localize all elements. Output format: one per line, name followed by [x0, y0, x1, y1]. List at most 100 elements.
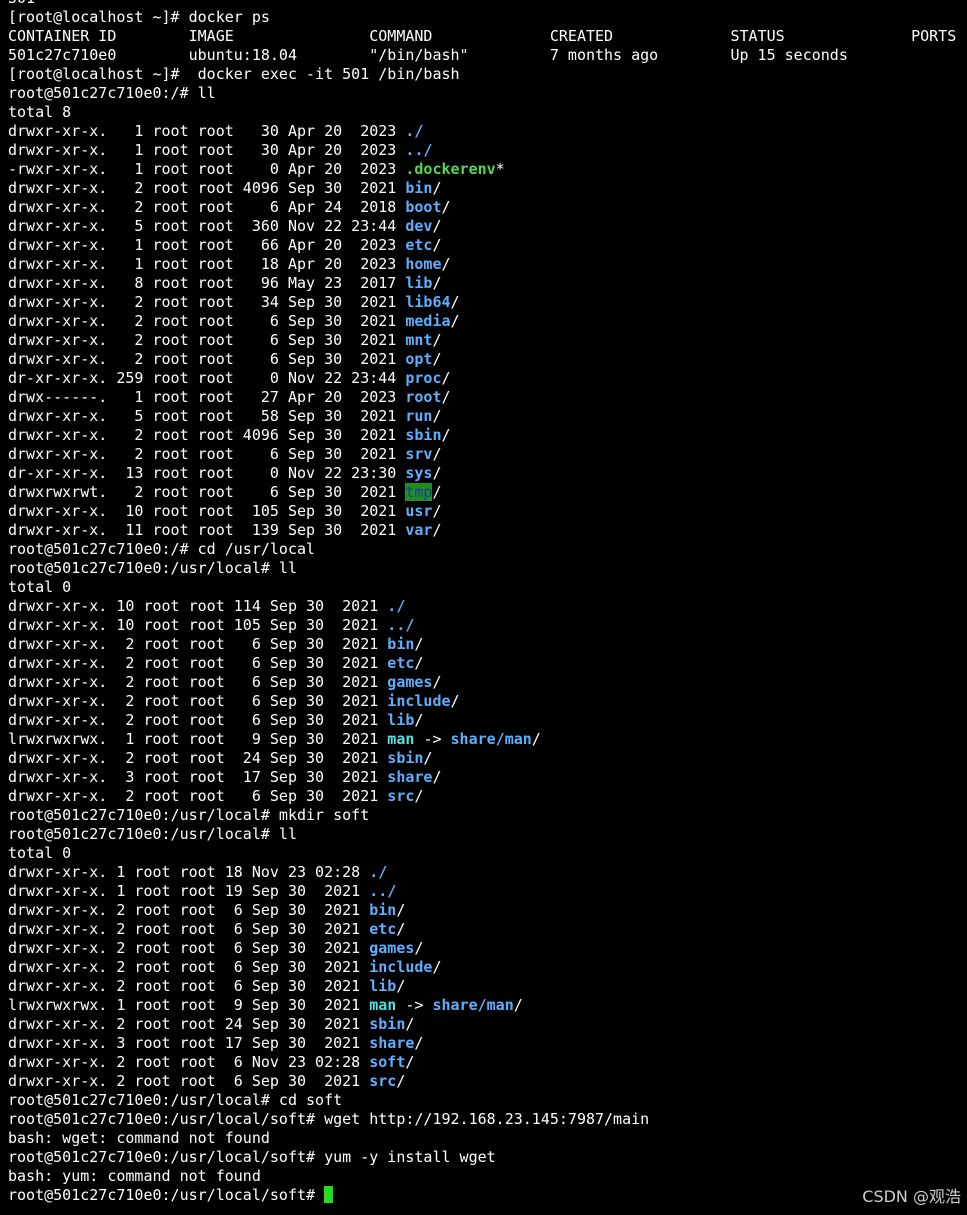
terminal-line: bash: wget: command not found	[8, 1129, 967, 1148]
terminal-line: drwxr-xr-x. 1 root root 18 Nov 23 02:28 …	[8, 863, 967, 882]
terminal-text: drwxr-xr-x. 2 root root 4096 Sep 30 2021	[8, 179, 406, 197]
csdn-watermark: CSDN @观浩	[862, 1187, 961, 1206]
terminal-text: /	[441, 255, 451, 273]
terminal-text: /	[432, 217, 442, 235]
terminal-line: drwxr-xr-x. 2 root root 6 Sep 30 2021 et…	[8, 654, 967, 673]
directory-name: games	[387, 673, 433, 691]
terminal-line: drwxrwxrwt. 2 root root 6 Sep 30 2021 tm…	[8, 483, 967, 502]
terminal-line: drwxr-xr-x. 2 root root 6 Sep 30 2021 op…	[8, 350, 967, 369]
terminal-text: drwx------. 1 root root 27 Apr 20 2023	[8, 388, 406, 406]
terminal-text: drwxr-xr-x. 2 root root 6 Sep 30 2021	[8, 331, 406, 349]
directory-name: mnt	[405, 331, 433, 349]
terminal-text: drwxr-xr-x. 2 root root 6 Sep 30 2021	[8, 312, 406, 330]
terminal-line: total 8	[8, 103, 967, 122]
terminal-text: drwxr-xr-x. 11 root root 139 Sep 30 2021	[8, 521, 406, 539]
terminal-text: drwxr-xr-x. 2 root root 6 Sep 30 2021	[8, 711, 388, 729]
sticky-directory-name: tmp	[405, 483, 433, 501]
directory-name: proc	[405, 369, 442, 387]
terminal-text: /	[423, 749, 433, 767]
terminal-line: drwxr-xr-x. 1 root root 66 Apr 20 2023 e…	[8, 236, 967, 255]
terminal-text: /	[441, 388, 451, 406]
terminal-text: root@501c27c710e0:/usr/local# mkdir soft	[8, 806, 370, 824]
terminal-line: bash: yum: command not found	[8, 1167, 967, 1186]
terminal-line: drwxr-xr-x. 2 root root 6 Sep 30 2021 et…	[8, 920, 967, 939]
terminal-text: /	[432, 483, 442, 501]
terminal-text: /	[396, 901, 406, 919]
terminal-text: /	[531, 730, 541, 748]
terminal-line: drwxr-xr-x. 2 root root 4096 Sep 30 2021…	[8, 179, 967, 198]
terminal-text: total 8	[8, 103, 72, 121]
directory-name: dev	[405, 217, 433, 235]
terminal-text: /	[432, 445, 442, 463]
directory-name: games	[369, 939, 415, 957]
terminal-text: drwxr-xr-x. 8 root root 96 May 23 2017	[8, 274, 406, 292]
terminal-text: /	[432, 331, 442, 349]
terminal-text: /	[414, 939, 424, 957]
terminal-line: root@501c27c710e0:/usr/local/soft# yum -…	[8, 1148, 967, 1167]
terminal-text: /	[432, 407, 442, 425]
terminal-line: root@501c27c710e0:/usr/local# mkdir soft	[8, 806, 967, 825]
terminal-text: drwxr-xr-x. 2 root root 34 Sep 30 2021	[8, 293, 406, 311]
terminal-text: drwxr-xr-x. 2 root root 4096 Sep 30 2021	[8, 426, 406, 444]
directory-name: media	[405, 312, 451, 330]
terminal-text: /	[432, 673, 442, 691]
terminal-text: /	[432, 521, 442, 539]
terminal-line: total 0	[8, 578, 967, 597]
terminal-text: drwxr-xr-x. 3 root root 17 Sep 30 2021	[8, 1034, 370, 1052]
terminal-text: /	[405, 1015, 415, 1033]
terminal-text: ->	[414, 730, 451, 748]
terminal-text: /	[414, 635, 424, 653]
terminal-text: drwxr-xr-x. 2 root root 6 Sep 30 2021	[8, 1072, 370, 1090]
terminal-line: drwxr-xr-x. 3 root root 17 Sep 30 2021 s…	[8, 1034, 967, 1053]
terminal-text: bash: wget: command not found	[8, 1129, 270, 1147]
terminal-text: /	[396, 920, 406, 938]
terminal-line: root@501c27c710e0:/usr/local/soft#	[8, 1186, 967, 1205]
terminal-line: drwxr-xr-x. 2 root root 6 Sep 30 2021 sr…	[8, 787, 967, 806]
terminal-line: drwxr-xr-x. 3 root root 17 Sep 30 2021 s…	[8, 768, 967, 787]
terminal-line: drwxr-xr-x. 10 root root 114 Sep 30 2021…	[8, 597, 967, 616]
terminal-text: drwxr-xr-x. 2 root root 6 Sep 30 2021	[8, 901, 370, 919]
directory-name: ../	[369, 882, 397, 900]
terminal-line: drwxr-xr-x. 5 root root 360 Nov 22 23:44…	[8, 217, 967, 236]
terminal-text: drwxr-xr-x. 2 root root 6 Sep 30 2021	[8, 920, 370, 938]
directory-name: home	[405, 255, 442, 273]
terminal-text: root@501c27c710e0:/usr/local/soft# wget …	[8, 1110, 650, 1128]
directory-name: root	[405, 388, 442, 406]
terminal-text: drwxr-xr-x. 2 root root 24 Sep 30 2021	[8, 749, 388, 767]
directory-name: lib	[369, 977, 397, 995]
terminal-text: drwxr-xr-x. 5 root root 360 Nov 22 23:44	[8, 217, 406, 235]
terminal-text: /	[432, 274, 442, 292]
terminal-text: drwxr-xr-x. 2 root root 6 Sep 30 2021	[8, 692, 388, 710]
terminal-line: drwxr-xr-x. 2 root root 6 Sep 30 2021 bi…	[8, 635, 967, 654]
terminal-line: drwxr-xr-x. 2 root root 6 Sep 30 2021 mn…	[8, 331, 967, 350]
terminal-text: drwxr-xr-x. 2 root root 6 Sep 30 2021	[8, 787, 388, 805]
terminal-text: /	[432, 768, 442, 786]
directory-name: lib	[405, 274, 433, 292]
symlink-name: man	[387, 730, 415, 748]
terminal-text: drwxr-xr-x. 2 root root 24 Sep 30 2021	[8, 1015, 370, 1033]
terminal-text: /	[432, 464, 442, 482]
terminal-text: /	[414, 711, 424, 729]
directory-name: share/man	[432, 996, 514, 1014]
terminal-text: drwxr-xr-x. 2 root root 6 Sep 30 2021	[8, 939, 370, 957]
directory-name: src	[387, 787, 415, 805]
terminal-line: drwxr-xr-x. 1 root root 30 Apr 20 2023 .…	[8, 122, 967, 141]
directory-name: include	[369, 958, 433, 976]
symlink-name: man	[369, 996, 397, 1014]
terminal-text: dr-xr-xr-x. 259 root root 0 Nov 22 23:44	[8, 369, 406, 387]
directory-name: run	[405, 407, 433, 425]
terminal-line: drwxr-xr-x. 2 root root 4096 Sep 30 2021…	[8, 426, 967, 445]
terminal-text: drwxr-xr-x. 2 root root 6 Sep 30 2021	[8, 654, 388, 672]
terminal-line: drwxr-xr-x. 2 root root 6 Sep 30 2021 sr…	[8, 445, 967, 464]
directory-name: boot	[405, 198, 442, 216]
terminal-line: drwxr-xr-x. 2 root root 6 Sep 30 2021 in…	[8, 692, 967, 711]
terminal-line: drwxr-xr-x. 2 root root 6 Sep 30 2021 sr…	[8, 1072, 967, 1091]
terminal-line: drwxr-xr-x. 1 root root 18 Apr 20 2023 h…	[8, 255, 967, 274]
terminal-text: /	[396, 977, 406, 995]
terminal-line: 501	[8, 0, 967, 8]
terminal-text: *	[495, 160, 505, 178]
directory-name: var	[405, 521, 433, 539]
terminal-text: [root@localhost ~]# docker exec -it 501 …	[8, 65, 460, 83]
directory-name: sbin	[387, 749, 424, 767]
terminal-output[interactable]: 501[root@localhost ~]# docker psCONTAINE…	[8, 0, 967, 1205]
